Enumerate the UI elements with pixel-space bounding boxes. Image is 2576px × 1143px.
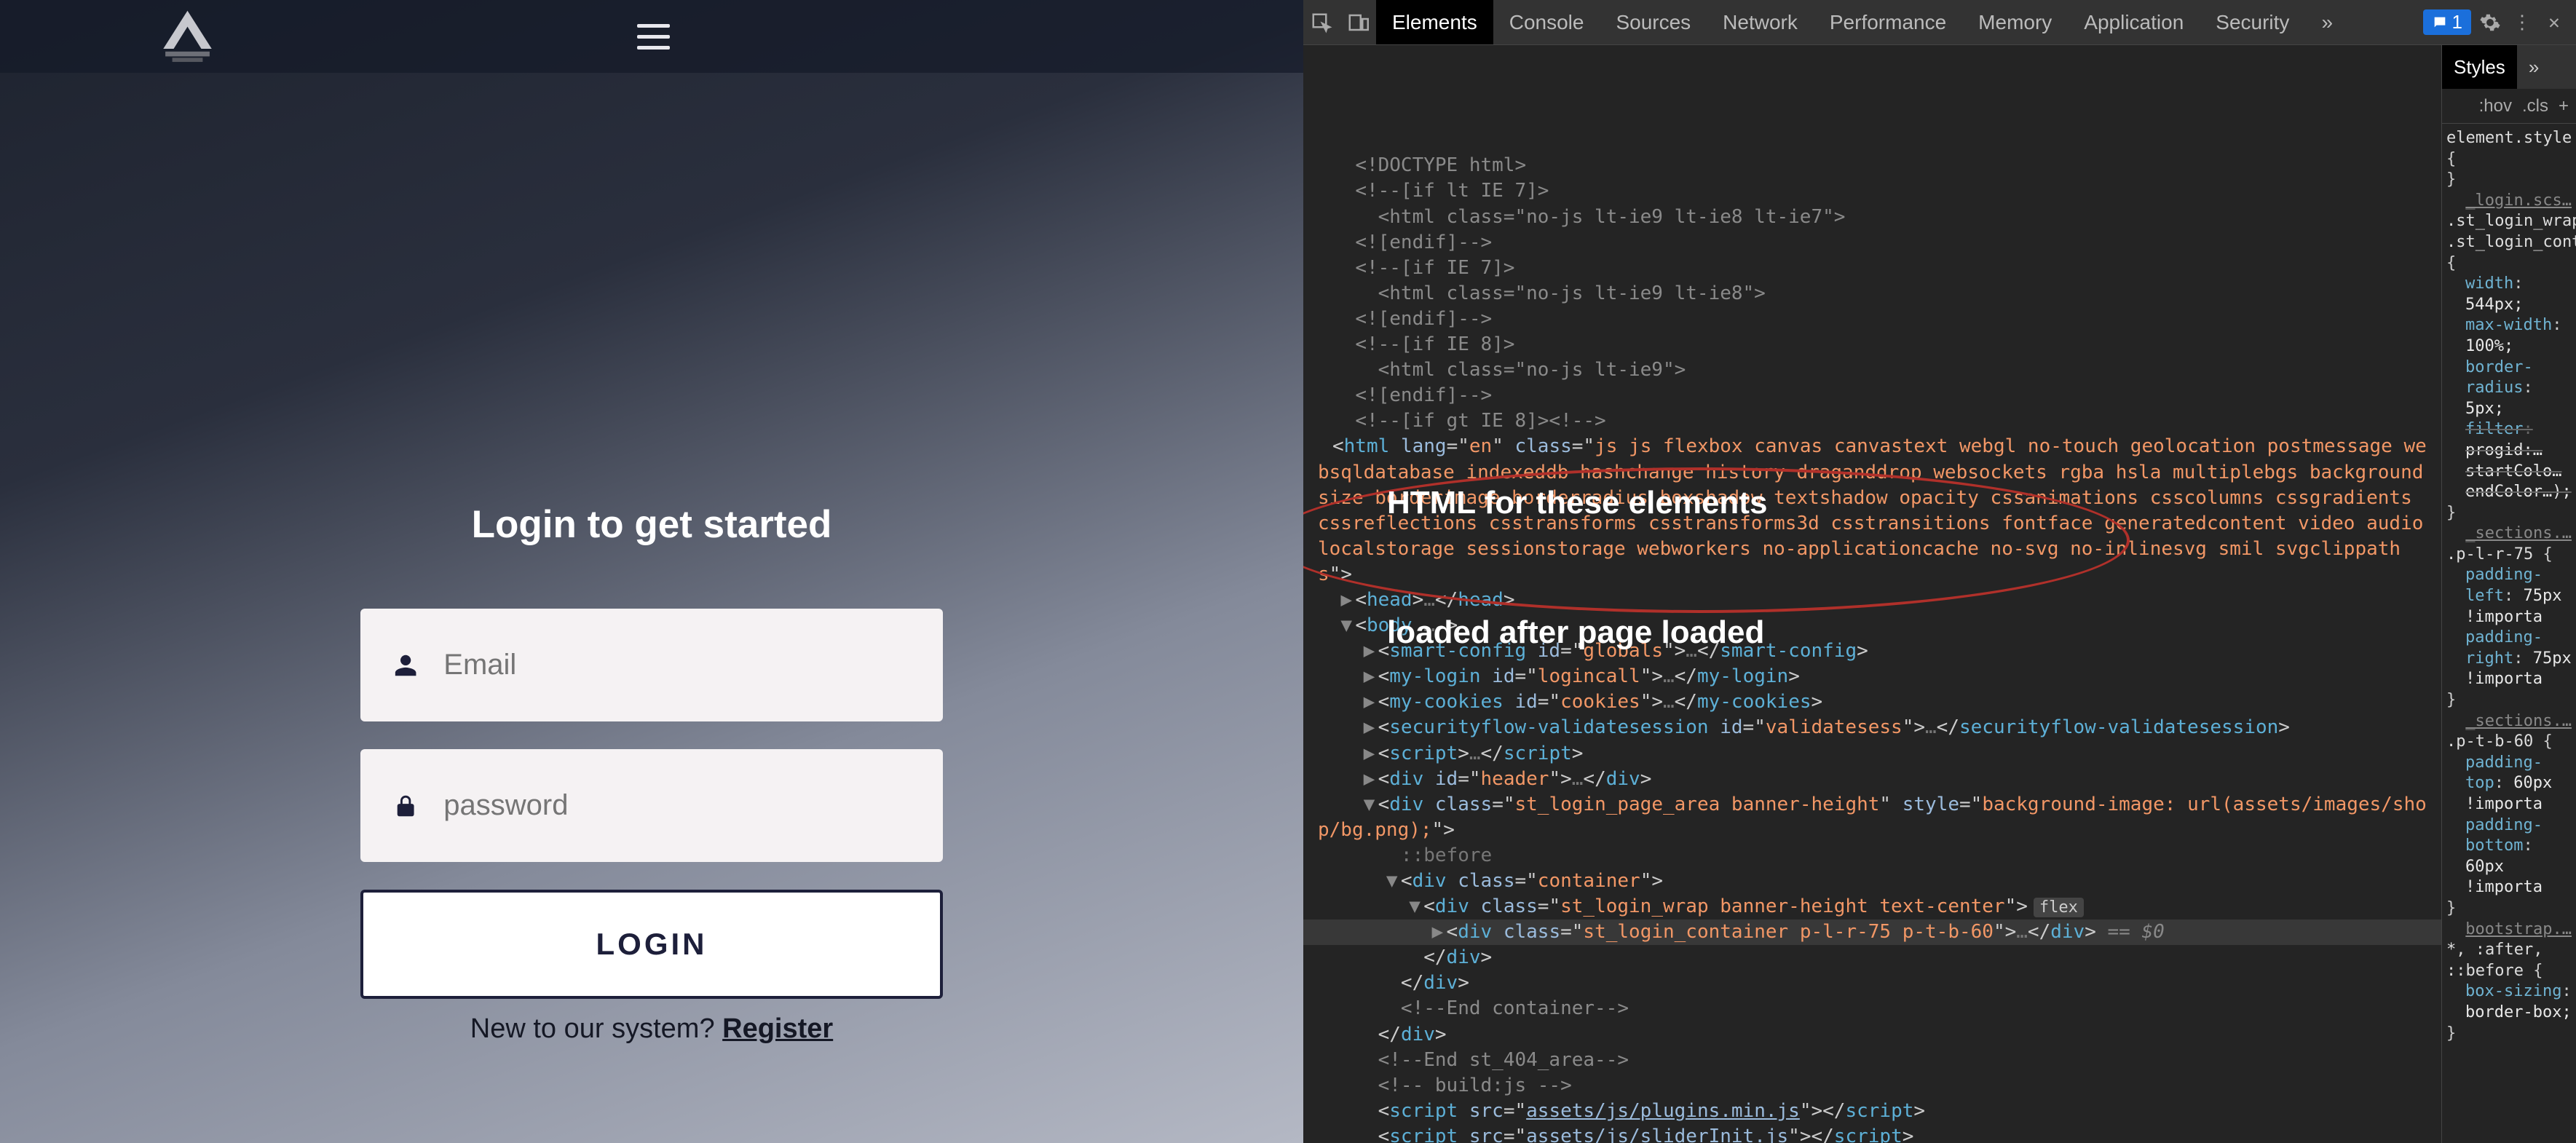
styles-rules[interactable]: element.style {}_login.scs….st_login_wra… <box>2442 124 2576 1143</box>
styles-overflow[interactable]: » <box>2517 45 2551 89</box>
dom-line[interactable]: ▼<div class="st_login_page_area banner-h… <box>1303 792 2441 843</box>
password-input[interactable] <box>443 789 910 822</box>
tab-console[interactable]: Console <box>1493 0 1600 44</box>
tab-memory[interactable]: Memory <box>1962 0 2068 44</box>
register-row: New to our system? Register <box>360 1013 943 1045</box>
dom-tree[interactable]: HTML for these elements loaded after pag… <box>1303 45 2441 1143</box>
cls-toggle[interactable]: .cls <box>2522 96 2548 116</box>
dom-line[interactable]: <html class="no-js lt-ie9 lt-ie8"> <box>1303 281 2441 306</box>
tab-network[interactable]: Network <box>1707 0 1814 44</box>
dom-line[interactable]: ::before <box>1303 843 2441 869</box>
dom-line[interactable]: <![endif]--> <box>1303 383 2441 408</box>
register-prompt: New to our system? <box>470 1013 722 1044</box>
add-rule[interactable]: + <box>2559 96 2569 116</box>
tab-performance[interactable]: Performance <box>1814 0 1962 44</box>
dom-line[interactable]: ▶<securityflow-validatesession id="valid… <box>1303 715 2441 740</box>
dom-line[interactable]: <!-- build:js --> <box>1303 1073 2441 1099</box>
dom-line[interactable]: ▶<script>…</script> <box>1303 741 2441 767</box>
more-icon[interactable]: ⋮ <box>2509 9 2535 36</box>
dom-line[interactable]: ▼<div class="st_login_wrap banner-height… <box>1303 894 2441 919</box>
dom-line[interactable]: <!--End container--> <box>1303 996 2441 1021</box>
tab-security[interactable]: Security <box>2200 0 2305 44</box>
styles-pane: Styles » :hov .cls + element.style {}_lo… <box>2441 45 2576 1143</box>
dom-line[interactable]: </div> <box>1303 970 2441 996</box>
dom-line[interactable]: <html lang="en" class="js js flexbox can… <box>1303 434 2441 588</box>
register-link[interactable]: Register <box>722 1013 833 1044</box>
password-input-group <box>360 749 943 862</box>
dom-line[interactable]: <!--End st_404_area--> <box>1303 1048 2441 1073</box>
styles-filter-bar: :hov .cls + <box>2442 89 2576 124</box>
dom-line[interactable]: </div> <box>1303 945 2441 970</box>
settings-icon[interactable] <box>2477 9 2503 36</box>
hamburger-icon[interactable] <box>637 24 670 50</box>
styles-tab[interactable]: Styles <box>2442 45 2517 89</box>
dom-line[interactable]: ▶<div id="header">…</div> <box>1303 767 2441 792</box>
dom-line[interactable]: ▶<smart-config id="globals">…</smart-con… <box>1303 638 2441 664</box>
login-title: Login to get started <box>360 502 943 547</box>
email-input[interactable] <box>443 649 910 681</box>
dom-line[interactable]: </div> <box>1303 1022 2441 1048</box>
dom-line[interactable]: ▶<my-cookies id="cookies">…</my-cookies> <box>1303 689 2441 715</box>
dom-line[interactable]: <script src="assets/js/sliderInit.js"></… <box>1303 1124 2441 1143</box>
dom-line[interactable]: ▶<my-login id="logincall">…</my-login> <box>1303 664 2441 689</box>
lock-icon <box>393 792 418 820</box>
devtools: ElementsConsoleSourcesNetworkPerformance… <box>1303 0 2576 1143</box>
devtools-tabs: ElementsConsoleSourcesNetworkPerformance… <box>1303 0 2576 45</box>
dom-line[interactable]: ▼<div class="container"> <box>1303 869 2441 894</box>
logo <box>153 6 222 68</box>
login-container: Login to get started LOGIN New to our sy… <box>360 502 943 1045</box>
tabs-overflow[interactable]: » <box>2305 0 2349 44</box>
message-badge[interactable]: 1 <box>2423 9 2471 35</box>
dom-line[interactable]: <![endif]--> <box>1303 230 2441 256</box>
inspect-icon[interactable] <box>1303 12 1340 33</box>
close-icon[interactable]: ✕ <box>2541 9 2567 36</box>
dom-line[interactable]: <!DOCTYPE html> <box>1303 153 2441 178</box>
user-icon <box>393 652 418 679</box>
login-page: Login to get started LOGIN New to our sy… <box>0 0 1303 1143</box>
hov-toggle[interactable]: :hov <box>2479 96 2512 116</box>
login-button[interactable]: LOGIN <box>360 890 943 999</box>
tab-application[interactable]: Application <box>2068 0 2200 44</box>
tab-elements[interactable]: Elements <box>1376 0 1493 44</box>
dom-line[interactable]: ▼<body … > <box>1303 613 2441 638</box>
dom-line[interactable]: <![endif]--> <box>1303 306 2441 332</box>
email-input-group <box>360 609 943 721</box>
tab-sources[interactable]: Sources <box>1600 0 1707 44</box>
dom-line[interactable]: <html class="no-js lt-ie9"> <box>1303 357 2441 383</box>
dom-line[interactable]: ▶<head>…</head> <box>1303 588 2441 613</box>
dom-line[interactable]: <!--[if gt IE 8]><!--> <box>1303 408 2441 434</box>
header-bar <box>0 0 1303 73</box>
dom-line[interactable]: <!--[if lt IE 7]> <box>1303 178 2441 204</box>
dom-line[interactable]: <!--[if IE 8]> <box>1303 332 2441 357</box>
device-icon[interactable] <box>1340 12 1376 33</box>
dom-line[interactable]: ▶<div class="st_login_container p-l-r-75… <box>1303 919 2441 945</box>
dom-line[interactable]: <script src="assets/js/plugins.min.js"><… <box>1303 1099 2441 1124</box>
dom-line[interactable]: <html class="no-js lt-ie9 lt-ie8 lt-ie7"… <box>1303 205 2441 230</box>
dom-line[interactable]: <!--[if IE 7]> <box>1303 256 2441 281</box>
